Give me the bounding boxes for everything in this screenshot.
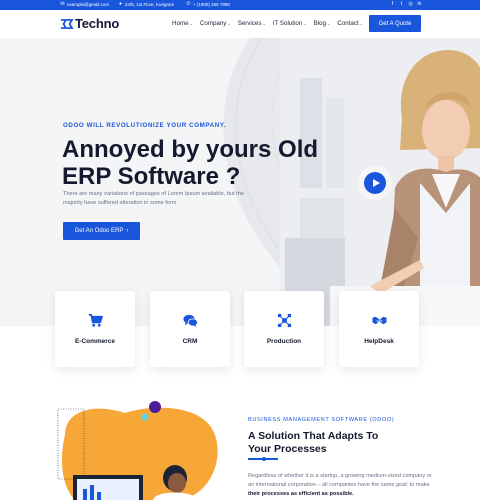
chevron-right-icon: › [126,228,129,234]
about-desc-text: Regardless of whether it is a startup, a… [248,473,432,488]
address-text: 24/5, 1st Floor, Kurigram [125,2,175,7]
play-icon [372,179,380,187]
get-odoo-erp-button[interactable]: Get An Odoo ERP › [63,222,140,240]
phone-contact[interactable]: ✆ + (1800) 456 7890 [186,1,230,8]
hero-title: Annoyed by yours Old ERP Software ? [62,136,322,190]
card-crm[interactable]: CRM [150,291,230,367]
card-label: CRM [182,338,198,345]
about-description: Regardless of whether it is a startup, a… [248,472,438,499]
play-video-button[interactable] [364,172,386,194]
nav-contact[interactable]: Contact ⌄ [337,20,363,27]
chevron-down-icon: ⌄ [327,21,331,26]
main-nav: Home ⌄ Company ⌄ Services ⌄ IT Solution ⌄ Bl… [172,20,363,27]
team-illustration [57,401,218,500]
card-production[interactable]: Production [244,291,324,367]
linkedin-icon[interactable]: in [417,2,422,7]
card-label: E-Commerce [74,338,116,345]
nav-home[interactable]: Home ⌄ [172,20,193,27]
nav-it-solution[interactable]: IT Solution ⌄ [273,20,307,27]
card-e-commerce[interactable]: E-Commerce [55,291,135,367]
hero-section: ODOO WILL REVOLUTIONIZE YOUR COMPANY. An… [0,38,480,326]
phone-icon: ✆ [186,1,191,7]
about-title-line: Your Processes [248,443,327,455]
about-title-line: A Solution That Adapts To [248,430,379,442]
nav-label: Services [237,20,262,27]
chevron-down-icon: ⌄ [303,21,307,26]
location-pin-icon: ● [118,1,123,7]
top-info-bar: ✉ example@gmail.com ● 24/5, 1st Floor, K… [0,0,480,10]
nav-label: Blog [313,20,327,27]
hero-title-line: ERP Software ? [62,163,241,190]
card-label: Production [266,338,302,345]
nav-label: Home [172,20,189,27]
nav-label: Company [199,20,227,27]
chevron-down-icon: ⌄ [189,21,193,26]
hero-kicker: ODOO WILL REVOLUTIONIZE YOUR COMPANY. [63,122,227,129]
twitter-icon[interactable]: t [399,2,404,7]
get-a-quote-button[interactable]: Get A Quote [369,15,421,32]
logo-mark-icon [61,18,74,29]
address-contact: ● 24/5, 1st Floor, Kurigram [118,1,175,8]
about-title: A Solution That Adapts To Your Processes [248,430,418,456]
chevron-down-icon: ⌄ [262,21,266,26]
about-kicker: BUSINESS MANAGEMENT SOFTWARE (ODOO) [248,417,395,423]
facebook-icon[interactable]: f [390,2,395,7]
chat-icon [183,314,198,328]
network-icon [277,313,292,328]
hero-description: There are many variations of passages of… [63,191,244,206]
social-links: f t ◎ in [390,2,422,7]
handshake-icon [372,316,387,325]
instagram-icon[interactable]: ◎ [408,2,413,7]
phone-text: + (1800) 456 7890 [193,2,230,7]
card-helpdesk[interactable]: HelpDesk [339,291,419,367]
chevron-down-icon: ⌄ [227,21,231,26]
logo[interactable]: Techno [60,16,119,31]
nav-blog[interactable]: Blog ⌄ [314,20,331,27]
logo-text: Techno [75,16,120,31]
email-text: example@gmail.com [67,2,110,7]
card-label: HelpDesk [364,338,394,345]
title-underline-dot [262,457,266,461]
nav-services[interactable]: Services ⌄ [238,20,266,27]
mail-icon: ✉ [60,1,65,7]
site-header: Techno Home ⌄ Company ⌄ Services ⌄ IT Solut… [0,10,480,38]
nav-company[interactable]: Company ⌄ [200,20,231,27]
chevron-down-icon: ⌄ [359,21,364,26]
hero-title-line: Annoyed by yours Old [62,136,319,163]
cart-icon [88,314,103,327]
service-cards: E-Commerce CRM Production HelpDesk [55,291,427,367]
about-desc-emphasis: their processes as efficient as possible… [248,491,354,497]
email-contact[interactable]: ✉ example@gmail.com [60,1,110,8]
nav-label: IT Solution [272,20,303,27]
nav-label: Contact [337,20,359,27]
button-label: Get An Odoo ERP [74,228,124,234]
